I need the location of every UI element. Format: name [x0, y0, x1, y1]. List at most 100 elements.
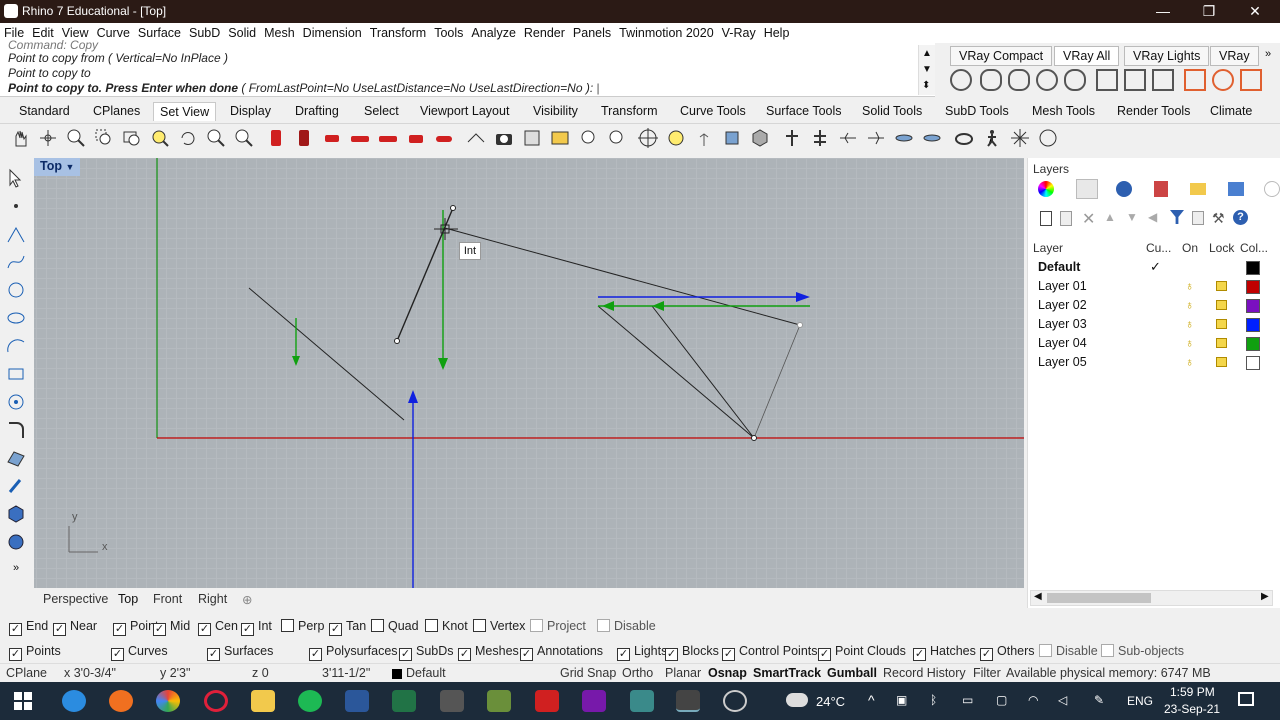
grid-view-icon[interactable] — [550, 128, 572, 148]
ortho-toggle[interactable]: Ortho — [622, 666, 653, 680]
unlock-icon[interactable] — [1216, 319, 1227, 329]
osnap-tan[interactable]: ✓ Tan — [329, 619, 366, 636]
named-view-2-icon[interactable] — [294, 128, 316, 148]
menu-tools[interactable]: Tools — [430, 23, 467, 40]
render-tab-icon[interactable] — [1116, 181, 1132, 197]
settings-tab-icon[interactable] — [1264, 181, 1280, 197]
pan-icon[interactable] — [10, 128, 32, 148]
filter-hatches[interactable]: ✓ Hatches — [913, 644, 976, 661]
move-down-icon[interactable]: ▼ — [1126, 210, 1138, 224]
rotate-view-icon[interactable] — [38, 128, 60, 148]
checkbox-icon[interactable]: ✓ — [153, 623, 166, 636]
bulb-on-icon[interactable]: ♁ — [1185, 336, 1195, 350]
temperature[interactable]: 24°C — [816, 694, 845, 709]
wifi-icon[interactable]: ◠ — [1028, 693, 1038, 707]
filter-meshes[interactable]: ✓ Meshes — [458, 644, 519, 661]
tab-perspective[interactable]: Perspective — [43, 592, 108, 606]
current-check-icon[interactable]: ✓ — [1150, 259, 1161, 275]
settings-view-icon[interactable] — [722, 128, 744, 148]
vray-render-icon[interactable] — [980, 69, 1002, 91]
tab-drafting[interactable]: Drafting — [295, 104, 339, 118]
command-prompt[interactable]: Point to copy to. Press Enter when done … — [8, 81, 600, 95]
tab-front[interactable]: Front — [153, 592, 182, 606]
more-tools-icon[interactable]: » — [6, 562, 26, 582]
menu-subd[interactable]: SubD — [185, 23, 224, 40]
filter-control-points[interactable]: ✓ Control Points — [722, 644, 818, 661]
zoom-extents-icon[interactable] — [150, 128, 172, 148]
menu-mesh[interactable]: Mesh — [260, 23, 299, 40]
checkbox-icon[interactable]: ✓ — [980, 648, 993, 661]
camera-target-icon[interactable] — [466, 128, 488, 148]
file-explorer-icon[interactable] — [251, 690, 275, 712]
meet-now-icon[interactable]: ▢ — [996, 693, 1007, 707]
bulb-view-2-icon[interactable] — [606, 128, 628, 148]
clock-date[interactable]: 23-Sep-21 — [1164, 702, 1220, 716]
obs-icon[interactable] — [723, 690, 747, 712]
osnap-perp[interactable]: Perp — [281, 619, 324, 633]
col-current[interactable]: Cu... — [1146, 241, 1171, 255]
filter-sub-objects[interactable]: Sub-objects — [1101, 644, 1184, 658]
filter-lights[interactable]: ✓ Lights — [617, 644, 667, 661]
restore-button[interactable]: ❐ — [1186, 0, 1232, 23]
checkbox-icon[interactable] — [281, 619, 294, 632]
vray-light-icon[interactable] — [1184, 69, 1206, 91]
car-view-3-icon[interactable] — [378, 128, 400, 148]
menu-panels[interactable]: Panels — [569, 23, 615, 40]
grid-snap-toggle[interactable]: Grid Snap — [560, 666, 616, 680]
acrobat-icon[interactable] — [535, 690, 559, 712]
tab-vray-lights[interactable]: VRay Lights — [1124, 46, 1210, 66]
viewport-canvas[interactable] — [34, 158, 1024, 588]
filter-polysurfaces[interactable]: ✓ Polysurfaces — [309, 644, 398, 661]
checkbox-icon[interactable] — [425, 619, 438, 632]
checkbox-icon[interactable]: ✓ — [818, 648, 831, 661]
chevron-down-icon[interactable]: ▼ — [922, 64, 932, 75]
point-icon[interactable] — [6, 196, 26, 216]
chevron-up-icon[interactable]: ▲ — [922, 48, 932, 59]
unlock-icon[interactable] — [1216, 357, 1227, 367]
clock-time[interactable]: 1:59 PM — [1170, 685, 1215, 699]
color-wheel-icon[interactable] — [1038, 181, 1054, 197]
mesh-icon[interactable] — [6, 532, 26, 552]
menu-curve[interactable]: Curve — [93, 23, 134, 40]
tab-viewport-layout[interactable]: Viewport Layout — [420, 104, 509, 118]
car-view-1-icon[interactable] — [322, 128, 344, 148]
filter-subds[interactable]: ✓ SubDs — [399, 644, 454, 661]
rectangle-icon[interactable] — [6, 364, 26, 384]
scroll-left-icon[interactable]: ◀ — [1034, 591, 1042, 602]
filter-blocks[interactable]: ✓ Blocks — [665, 644, 719, 661]
unlock-icon[interactable] — [1216, 300, 1227, 310]
curve-icon[interactable] — [6, 252, 26, 272]
car-view-5-icon[interactable] — [434, 128, 456, 148]
layer-color-swatch[interactable] — [1246, 299, 1260, 313]
osnap-knot[interactable]: Knot — [425, 619, 468, 633]
unlock-icon[interactable] — [1216, 281, 1227, 291]
osnap-quad[interactable]: Quad — [371, 619, 419, 633]
filter-surfaces[interactable]: ✓ Surfaces — [207, 644, 273, 661]
osnap-mid[interactable]: ✓ Mid — [153, 619, 190, 636]
tab-set-view[interactable]: Set View — [153, 102, 217, 121]
command-scrollbar[interactable]: ▲ ▼ ⬍ — [918, 45, 935, 95]
plane-2-icon[interactable] — [866, 128, 888, 148]
vray-lister-icon[interactable] — [1152, 69, 1174, 91]
target-outline-icon[interactable] — [1038, 128, 1060, 148]
pen-icon[interactable]: ✎ — [1094, 693, 1104, 707]
filter-icon[interactable] — [1170, 210, 1184, 224]
filter-point-clouds[interactable]: ✓ Point Clouds — [818, 644, 906, 661]
spotify-icon[interactable] — [298, 690, 322, 712]
layer-row-04[interactable]: Layer 04 ♁ — [1028, 334, 1280, 353]
plane-4-icon[interactable] — [922, 128, 944, 148]
scroll-right-icon[interactable]: ▶ — [1261, 591, 1269, 602]
undo-view-icon[interactable] — [178, 128, 200, 148]
volume-icon[interactable]: ◁ — [1058, 693, 1067, 707]
checkbox-icon[interactable]: ✓ — [913, 648, 926, 661]
checkbox-icon[interactable] — [597, 619, 610, 632]
layer-color-swatch[interactable] — [1246, 280, 1260, 294]
layer-state-icon[interactable] — [1192, 211, 1204, 225]
plane-3-icon[interactable] — [894, 128, 916, 148]
folder-tab-icon[interactable] — [1190, 183, 1206, 195]
zoom-selected-icon[interactable] — [122, 128, 144, 148]
col-lock[interactable]: Lock — [1209, 241, 1234, 255]
tab-vray-all[interactable]: VRay All — [1054, 46, 1120, 66]
select-arrow-icon[interactable] — [6, 168, 26, 188]
view-360-icon[interactable] — [954, 128, 976, 148]
